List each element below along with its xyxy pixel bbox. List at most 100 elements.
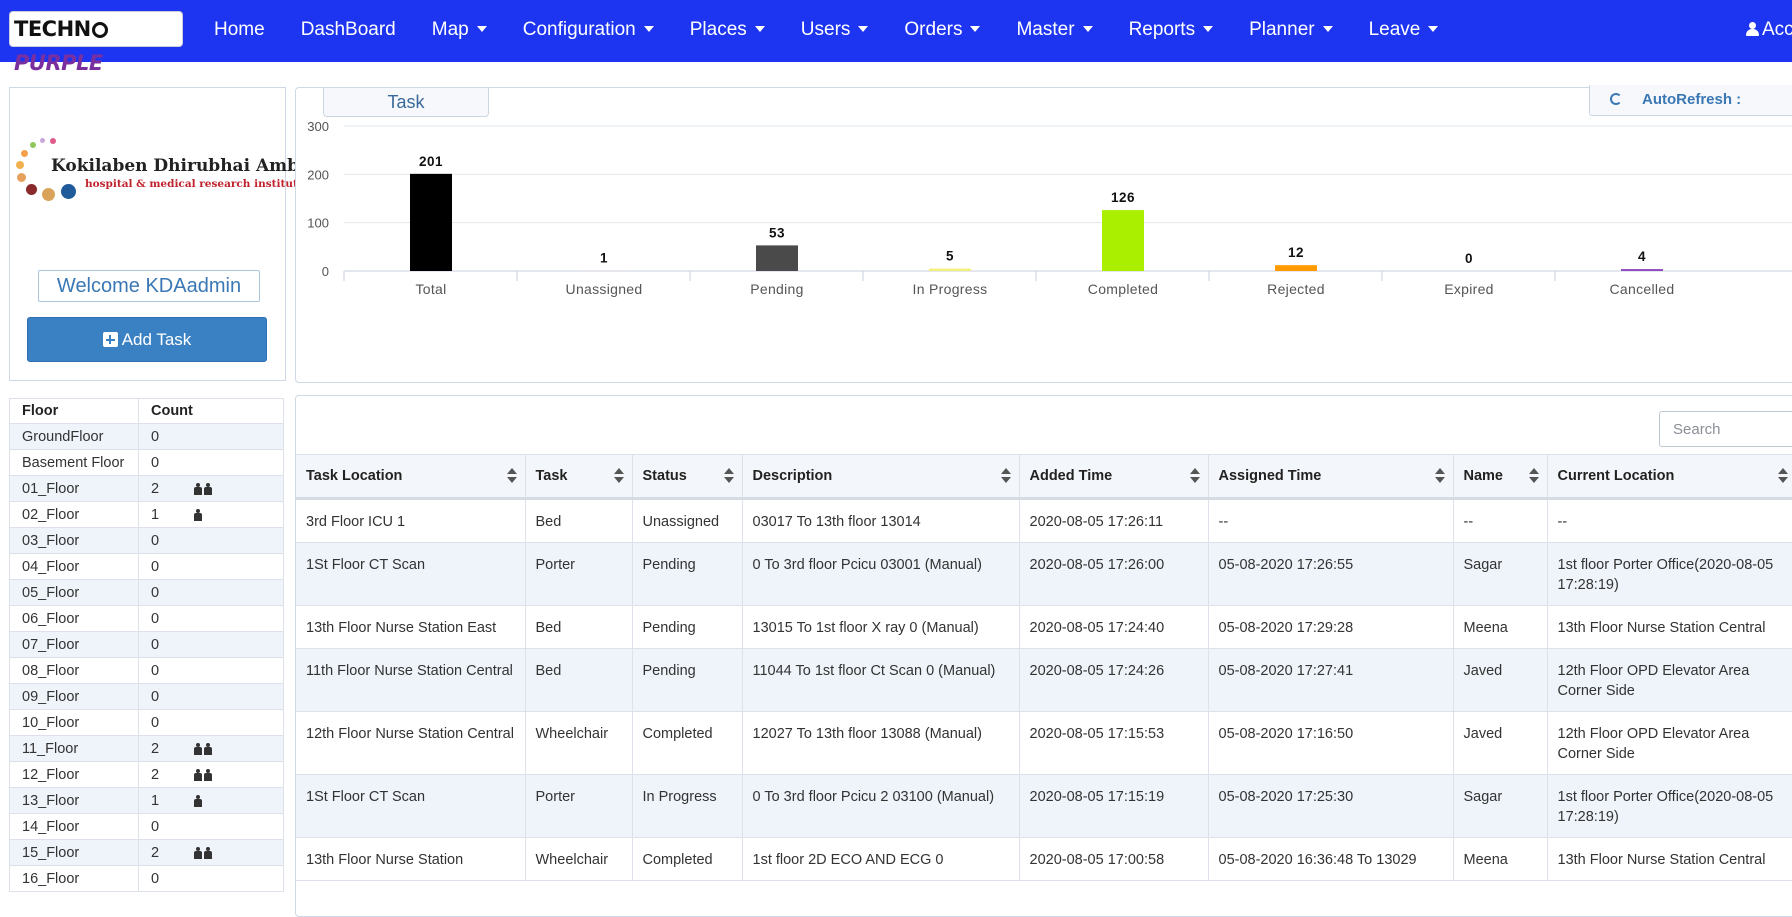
logo-dot	[61, 184, 76, 199]
floor-name: 10_Floor	[10, 710, 139, 736]
column-header-task-location[interactable]: Task Location	[296, 455, 525, 499]
table-cell-task: Porter	[525, 775, 632, 838]
bar-pending	[756, 245, 798, 271]
column-header-name[interactable]: Name	[1453, 455, 1547, 499]
bar-cancelled	[1621, 269, 1663, 271]
add-task-button[interactable]: Add Task	[27, 317, 267, 362]
caret-down-icon	[755, 26, 765, 32]
caret-down-icon	[1323, 26, 1333, 32]
task-table: Task LocationTaskStatusDescriptionAdded …	[296, 454, 1792, 881]
floor-count: 1	[151, 793, 159, 809]
floor-row: 15_Floor2	[10, 840, 284, 866]
floor-row: GroundFloor0	[10, 424, 284, 450]
sort-icon[interactable]	[1778, 468, 1788, 484]
floor-column-header: Floor	[10, 399, 139, 424]
column-header-description[interactable]: Description	[742, 455, 1019, 499]
table-cell-assigned-time: 05-08-2020 17:27:41	[1208, 649, 1453, 712]
column-header-added-time[interactable]: Added Time	[1019, 455, 1208, 499]
floor-count: 0	[151, 637, 159, 653]
sort-icon[interactable]	[614, 468, 624, 484]
table-cell-assigned-time: 05-08-2020 17:26:55	[1208, 543, 1453, 606]
sort-icon[interactable]	[1190, 468, 1200, 484]
floor-count: 2	[151, 767, 159, 783]
floor-name: 09_Floor	[10, 684, 139, 710]
floor-count-cell: 1	[139, 502, 284, 528]
nav-item-master[interactable]: Master	[998, 0, 1110, 62]
table-row[interactable]: 1St Floor CT ScanPorterIn Progress0 To 3…	[296, 775, 1792, 838]
caret-down-icon	[1428, 26, 1438, 32]
nav-item-map[interactable]: Map	[414, 0, 505, 62]
nav-item-reports[interactable]: Reports	[1111, 0, 1232, 62]
floor-count: 0	[151, 871, 159, 887]
floor-row: 06_Floor0	[10, 606, 284, 632]
table-cell-name: Meena	[1453, 838, 1547, 881]
table-cell-assigned-time: --	[1208, 499, 1453, 543]
floor-count-cell: 0	[139, 424, 284, 450]
floor-row: 11_Floor2	[10, 736, 284, 762]
sort-icon[interactable]	[1435, 468, 1445, 484]
nav-item-label: Map	[432, 19, 469, 40]
sort-icon[interactable]	[1001, 468, 1011, 484]
column-header-label: Assigned Time	[1219, 468, 1322, 484]
nav-item-orders[interactable]: Orders	[886, 0, 998, 62]
table-cell-description: 0 To 3rd floor Pcicu 2 03100 (Manual)	[742, 775, 1019, 838]
account-menu[interactable]: Acc	[1746, 0, 1792, 60]
sort-icon[interactable]	[724, 468, 734, 484]
sort-icon[interactable]	[507, 468, 517, 484]
nav-item-dashboard[interactable]: DashBoard	[283, 0, 414, 62]
table-row[interactable]: 12th Floor Nurse Station CentralWheelcha…	[296, 712, 1792, 775]
technopurple-logo[interactable]: TECHNPURPLE	[10, 12, 182, 46]
floor-count: 0	[151, 663, 159, 679]
caret-down-icon	[858, 26, 868, 32]
floor-row: 05_Floor0	[10, 580, 284, 606]
nav-item-label: Planner	[1249, 19, 1315, 40]
column-header-task[interactable]: Task	[525, 455, 632, 499]
table-row[interactable]: 11th Floor Nurse Station CentralBedPendi…	[296, 649, 1792, 712]
nav-item-leave[interactable]: Leave	[1351, 0, 1457, 62]
table-cell-task: Bed	[525, 606, 632, 649]
table-row[interactable]: 13th Floor Nurse Station EastBedPending1…	[296, 606, 1792, 649]
floor-count: 2	[151, 481, 159, 497]
nav-item-configuration[interactable]: Configuration	[505, 0, 672, 62]
column-header-current-location[interactable]: Current Location	[1547, 455, 1792, 499]
search-input[interactable]	[1659, 411, 1792, 447]
nav-item-label: Places	[690, 19, 747, 40]
table-row[interactable]: 3rd Floor ICU 1BedUnassigned03017 To 13t…	[296, 499, 1792, 543]
column-header-status[interactable]: Status	[632, 455, 742, 499]
floor-count-cell: 0	[139, 632, 284, 658]
table-cell-assigned-time: 05-08-2020 17:25:30	[1208, 775, 1453, 838]
nav-item-label: Leave	[1369, 19, 1421, 40]
nav-item-planner[interactable]: Planner	[1231, 0, 1351, 62]
caret-down-icon	[477, 26, 487, 32]
nav-item-label: Reports	[1129, 19, 1196, 40]
nav-item-places[interactable]: Places	[672, 0, 783, 62]
table-cell-status: Completed	[632, 838, 742, 881]
floor-count-cell: 2	[139, 736, 284, 762]
person-icon	[194, 847, 202, 859]
floor-row: 09_Floor 0	[10, 684, 284, 710]
table-row[interactable]: 13th Floor Nurse StationWheelchairComple…	[296, 838, 1792, 881]
floor-count: 0	[151, 429, 159, 445]
floor-count-cell: 0	[139, 450, 284, 476]
staff-icon-group	[194, 483, 214, 499]
caret-down-icon	[644, 26, 654, 32]
floor-count: 0	[151, 715, 159, 731]
floor-count: 0	[151, 689, 159, 705]
staff-icon-group	[194, 743, 214, 759]
floor-name: 08_Floor	[10, 658, 139, 684]
nav-item-users[interactable]: Users	[783, 0, 887, 62]
floor-row: 10_Floor 0	[10, 710, 284, 736]
data-label: 4	[1638, 249, 1646, 264]
table-row[interactable]: 1St Floor CT ScanPorterPending0 To 3rd f…	[296, 543, 1792, 606]
column-header-assigned-time[interactable]: Assigned Time	[1208, 455, 1453, 499]
nav-item-label: Configuration	[523, 19, 636, 40]
sort-icon[interactable]	[1529, 468, 1539, 484]
floor-row: 04_Floor0	[10, 554, 284, 580]
nav-item-home[interactable]: Home	[196, 0, 283, 62]
floor-name: 02_Floor	[10, 502, 139, 528]
floor-name: 12_Floor	[10, 762, 139, 788]
floor-name: 05_Floor	[10, 580, 139, 606]
nav-item-label: Users	[801, 19, 851, 40]
x-category-label: Unassigned	[566, 281, 643, 297]
table-cell-name: Meena	[1453, 606, 1547, 649]
